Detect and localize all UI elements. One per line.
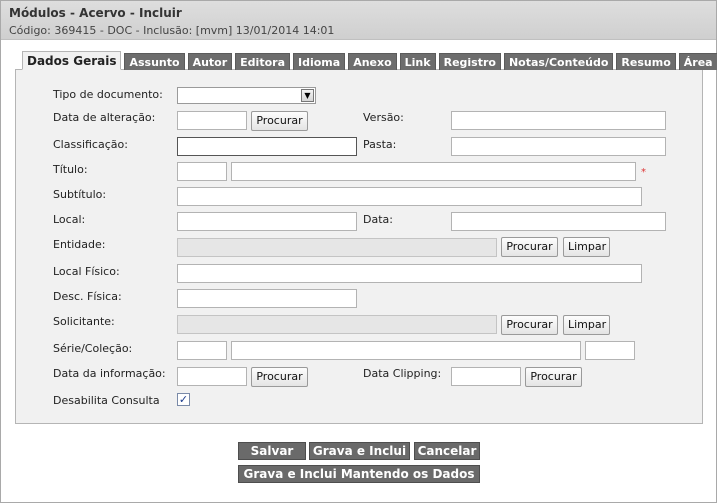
local-fisico-label: Local Físico:: [53, 265, 120, 278]
titulo-label: Título:: [53, 163, 88, 176]
classificacao-input[interactable]: [177, 137, 357, 156]
local-input[interactable]: [177, 212, 357, 231]
versao-input[interactable]: [451, 111, 666, 130]
tab-bar: Dados Gerais Assunto Autor Editora Idiom…: [22, 51, 717, 70]
tab-idioma[interactable]: Idioma: [293, 53, 346, 70]
tab-anexo[interactable]: Anexo: [348, 53, 397, 70]
serie-colecao-input[interactable]: [231, 341, 581, 360]
pasta-input[interactable]: [451, 137, 666, 156]
data-alteracao-label: Data de alteração:: [53, 111, 156, 124]
versao-label: Versão:: [363, 111, 404, 124]
record-info: Código: 369415 - DOC - Inclusão: [mvm] 1…: [9, 24, 335, 37]
tab-area[interactable]: Área: [678, 53, 717, 70]
chevron-down-icon[interactable]: ▼: [301, 89, 314, 102]
data-clipping-label: Data Clipping:: [363, 367, 442, 380]
serie-prefix-input[interactable]: [177, 341, 227, 360]
local-fisico-input[interactable]: [177, 264, 642, 283]
grava-inclui-mantendo-dados-button[interactable]: Grava e Inclui Mantendo os Dados: [238, 465, 480, 483]
cancelar-button[interactable]: Cancelar: [414, 442, 480, 460]
entidade-label: Entidade:: [53, 238, 106, 251]
tab-registro[interactable]: Registro: [438, 53, 501, 70]
subtitulo-label: Subtítulo:: [53, 188, 107, 201]
page-title: Módulos - Acervo - Incluir: [9, 6, 182, 20]
procurar-entidade-button[interactable]: Procurar: [501, 237, 558, 257]
titulo-prefix-input[interactable]: [177, 162, 227, 181]
entidade-input: [177, 238, 497, 257]
tipo-documento-select[interactable]: ▼: [177, 87, 316, 104]
data-informacao-label: Data da informação:: [53, 367, 166, 380]
tab-link[interactable]: Link: [399, 53, 436, 70]
data-clipping-input[interactable]: [451, 367, 521, 386]
desc-fisica-input[interactable]: [177, 289, 357, 308]
tab-autor[interactable]: Autor: [187, 53, 233, 70]
tab-notas-conteudo[interactable]: Notas/Conteúdo: [503, 53, 614, 70]
tipo-documento-label: Tipo de documento:: [53, 88, 163, 101]
required-marker: *: [641, 167, 646, 178]
classificacao-label: Classificação:: [53, 138, 128, 151]
serie-colecao-label: Série/Coleção:: [53, 342, 133, 355]
procurar-solicitante-button[interactable]: Procurar: [501, 315, 558, 335]
page-header: Módulos - Acervo - Incluir Código: 36941…: [1, 1, 716, 40]
tab-dados-gerais[interactable]: Dados Gerais: [22, 51, 122, 70]
desabilita-consulta-label: Desabilita Consulta: [53, 394, 160, 407]
limpar-entidade-button[interactable]: Limpar: [563, 237, 610, 257]
desc-fisica-label: Desc. Física:: [53, 290, 122, 303]
subtitulo-input[interactable]: [177, 187, 642, 206]
solicitante-label: Solicitante:: [53, 315, 115, 328]
data-input[interactable]: [451, 212, 666, 231]
tab-resumo[interactable]: Resumo: [616, 53, 676, 70]
desabilita-consulta-checkbox[interactable]: ✓: [177, 393, 190, 406]
procurar-data-alteracao-button[interactable]: Procurar: [251, 111, 308, 131]
salvar-button[interactable]: Salvar: [238, 442, 306, 460]
titulo-input[interactable]: [231, 162, 636, 181]
procurar-data-clipping-button[interactable]: Procurar: [525, 367, 582, 387]
tab-assunto[interactable]: Assunto: [124, 53, 185, 70]
local-label: Local:: [53, 213, 86, 226]
data-informacao-input[interactable]: [177, 367, 247, 386]
procurar-data-informacao-button[interactable]: Procurar: [251, 367, 308, 387]
tab-editora[interactable]: Editora: [235, 53, 290, 70]
serie-numero-input[interactable]: [585, 341, 635, 360]
data-label: Data:: [363, 213, 393, 226]
grava-e-inclui-button[interactable]: Grava e Inclui: [309, 442, 410, 460]
data-alteracao-input[interactable]: [177, 111, 247, 130]
pasta-label: Pasta:: [363, 138, 397, 151]
solicitante-input: [177, 315, 497, 334]
limpar-solicitante-button[interactable]: Limpar: [563, 315, 610, 335]
